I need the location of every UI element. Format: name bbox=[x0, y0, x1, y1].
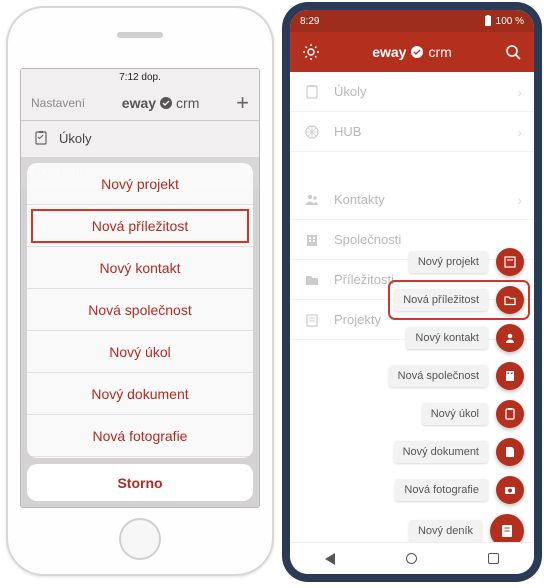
fab-chip-label: Nový projekt bbox=[409, 251, 488, 273]
fab-option-task[interactable]: Nový úkol bbox=[422, 400, 524, 428]
android-screen: 8:29 100 % eway crm Úkoly › HUB bbox=[290, 10, 534, 574]
fab-chip-label: Nová společnost bbox=[389, 365, 488, 387]
android-brand: eway crm bbox=[372, 44, 452, 60]
android-app-header: eway crm bbox=[290, 32, 534, 72]
list-item-hub[interactable]: HUB › bbox=[290, 112, 534, 152]
sheet-option-company[interactable]: Nová společnost bbox=[27, 289, 253, 331]
clipboard-icon bbox=[304, 84, 320, 100]
sheet-option-label: Nový projekt bbox=[101, 176, 179, 192]
battery-icon bbox=[484, 15, 492, 27]
fab-chip-label: Nový úkol bbox=[422, 403, 488, 425]
fab-option-document[interactable]: Nový dokument bbox=[394, 438, 524, 466]
camera-icon bbox=[496, 476, 524, 504]
list-item-label: HUB bbox=[334, 124, 361, 139]
android-navbar bbox=[290, 542, 534, 574]
brand-glyph-icon bbox=[410, 45, 424, 59]
gear-icon[interactable] bbox=[302, 43, 320, 61]
iphone-device-frame: 7:12 dop. Nastavení eway crm + Úkoly HUB bbox=[6, 6, 274, 576]
chevron-right-icon: › bbox=[517, 124, 522, 140]
ios-action-sheet: Nový projekt Nová příležitost Nový konta… bbox=[27, 163, 253, 458]
sheet-option-project[interactable]: Nový projekt bbox=[27, 163, 253, 205]
people-icon bbox=[304, 192, 320, 208]
fab-chip-label: Nová příležitost bbox=[394, 289, 488, 311]
sheet-option-contact[interactable]: Nový kontakt bbox=[27, 247, 253, 289]
project-icon bbox=[304, 312, 320, 328]
list-item-label: Příležitosti bbox=[334, 272, 394, 287]
clipboard-icon bbox=[496, 400, 524, 428]
sheet-option-opportunity[interactable]: Nová příležitost bbox=[27, 205, 253, 247]
sheet-option-task[interactable]: Nový úkol bbox=[27, 331, 253, 373]
sheet-option-label: Nový kontakt bbox=[100, 260, 181, 276]
brand-left: eway bbox=[122, 95, 156, 111]
person-icon bbox=[496, 324, 524, 352]
brand-right: crm bbox=[176, 95, 199, 111]
list-item-tasks[interactable]: Úkoly › bbox=[290, 72, 534, 112]
list-item-label: Společnosti bbox=[334, 232, 401, 247]
ios-statusbar: 7:12 dop. bbox=[21, 69, 259, 85]
sheet-option-label: Nový úkol bbox=[109, 344, 170, 360]
android-home-button[interactable] bbox=[406, 553, 417, 564]
fab-option-opportunity[interactable]: Nová příležitost bbox=[392, 284, 526, 316]
fab-chip-label: Nový kontakt bbox=[406, 327, 488, 349]
sheet-cancel-button[interactable]: Storno bbox=[27, 464, 253, 501]
android-status-battery: 100 % bbox=[496, 16, 524, 27]
clipboard-icon bbox=[33, 130, 49, 146]
sheet-option-label: Nový dokument bbox=[91, 386, 188, 402]
iphone-speaker bbox=[117, 32, 163, 38]
sheet-option-document[interactable]: Nový dokument bbox=[27, 373, 253, 415]
ios-nav-header: Nastavení eway crm + bbox=[21, 85, 259, 121]
android-recents-button[interactable] bbox=[488, 553, 499, 564]
chevron-right-icon: › bbox=[517, 84, 522, 100]
brand-right: crm bbox=[428, 44, 451, 60]
sheet-option-label: Nová fotografie bbox=[93, 428, 188, 444]
project-icon bbox=[496, 248, 524, 276]
sheet-option-label: Nová společnost bbox=[88, 302, 192, 318]
list-item-label: Úkoly bbox=[334, 84, 367, 99]
brand-left: eway bbox=[372, 44, 406, 60]
brand-glyph-icon bbox=[159, 96, 173, 110]
list-item-label: Kontakty bbox=[334, 192, 385, 207]
ios-add-button[interactable]: + bbox=[236, 90, 249, 116]
list-item-label: Projekty bbox=[334, 312, 381, 327]
android-statusbar: 8:29 100 % bbox=[290, 10, 534, 32]
list-item-tasks[interactable]: Úkoly bbox=[21, 121, 259, 155]
fab-option-contact[interactable]: Nový kontakt bbox=[406, 324, 524, 352]
iphone-home-button[interactable] bbox=[119, 518, 161, 560]
sheet-cancel-label: Storno bbox=[117, 475, 162, 491]
fab-chip-label: Nový deník bbox=[409, 520, 482, 542]
ios-back-button[interactable]: Nastavení bbox=[31, 96, 85, 110]
folder-icon bbox=[496, 286, 524, 314]
chevron-right-icon: › bbox=[517, 192, 522, 208]
list-item-contacts[interactable]: Kontakty › bbox=[290, 180, 534, 220]
sheet-option-label: Nová příležitost bbox=[92, 218, 188, 234]
folder-icon bbox=[304, 272, 320, 288]
fab-chip-label: Nový dokument bbox=[394, 441, 488, 463]
document-icon bbox=[496, 438, 524, 466]
android-device-frame: 8:29 100 % eway crm Úkoly › HUB bbox=[282, 2, 542, 582]
fab-option-project[interactable]: Nový projekt bbox=[409, 248, 524, 276]
building-icon bbox=[304, 232, 320, 248]
search-icon[interactable] bbox=[504, 43, 522, 61]
fab-chip-label: Nová fotografie bbox=[395, 479, 488, 501]
fab-option-company[interactable]: Nová společnost bbox=[389, 362, 524, 390]
hub-icon bbox=[304, 124, 320, 140]
ios-status-time: 7:12 dop. bbox=[119, 72, 161, 83]
ios-action-sheet-overlay: Nový projekt Nová příležitost Nový konta… bbox=[21, 157, 259, 507]
android-fab-menu: Nový projekt Nová příležitost Nový konta… bbox=[389, 248, 524, 548]
sheet-option-photo[interactable]: Nová fotografie bbox=[27, 415, 253, 457]
android-status-time: 8:29 bbox=[300, 16, 319, 27]
sheet-option-journal[interactable]: Nový deník bbox=[27, 457, 253, 458]
building-icon bbox=[496, 362, 524, 390]
list-item-label: Úkoly bbox=[59, 131, 92, 146]
android-back-button[interactable] bbox=[325, 553, 335, 565]
iphone-screen: 7:12 dop. Nastavení eway crm + Úkoly HUB bbox=[20, 68, 260, 508]
ios-brand: eway crm bbox=[122, 95, 200, 111]
fab-option-photo[interactable]: Nová fotografie bbox=[395, 476, 524, 504]
